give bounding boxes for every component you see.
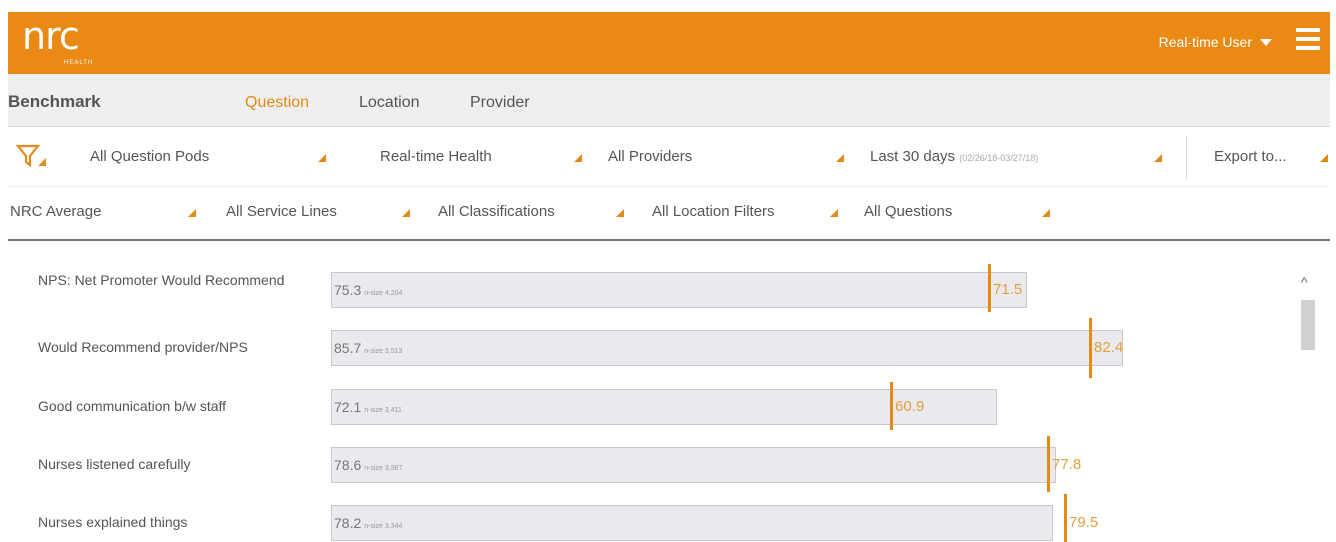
question-label: Nurses listened carefully [38,456,191,472]
classifications-dropdown[interactable]: All Classifications [438,203,624,220]
benchmark-value: 79.5 [1069,514,1099,531]
hamburger-menu-icon[interactable] [1296,28,1320,52]
question-label: Would Recommend provider/NPS [38,339,248,355]
question-label: Good communication b/w staff [38,398,227,414]
benchmark-marker [1064,494,1067,542]
scroll-up-icon[interactable]: ^ [1301,274,1308,290]
benchmark-marker [1047,436,1050,492]
user-menu[interactable]: Real-time User [1159,34,1272,50]
caret-down-icon [836,154,844,162]
questions-dropdown[interactable]: All Questions [864,203,1050,220]
page-title: Benchmark [8,92,101,111]
service-lines-dropdown[interactable]: All Service Lines [226,203,410,220]
benchmark-value: 60.9 [895,398,925,415]
caret-down-icon [188,209,196,217]
caret-down-icon [616,209,624,217]
caret-down-icon [1154,154,1162,162]
nrc-logo[interactable]: nrc [22,16,80,56]
caret-down-icon [1320,154,1328,162]
filter-icon[interactable] [16,144,48,168]
benchmark-value: 71.5 [993,281,1023,298]
score-bar[interactable]: 75.3 n-size 4,204 [331,272,1027,308]
top-header: nrc HEALTH Real-time User [8,12,1330,74]
score-value: 85.7 n-size 3,513 [334,340,403,356]
caret-down-icon [830,209,838,217]
date-range-text: (02/26/18-03/27/18) [959,153,1039,163]
nav-bar: Benchmark Question Location Provider [8,74,1330,127]
user-name: Real-time User [1158,34,1252,50]
score-bar[interactable]: 78.2 n-size 3,344 [331,505,1053,541]
providers-dropdown[interactable]: All Providers [608,148,844,165]
benchmark-marker [890,382,893,430]
date-range-dropdown[interactable]: Last 30 days (02/26/18-03/27/18) [870,148,1162,165]
score-value: 72.1 n-size 3,411 [334,399,402,415]
average-dropdown[interactable]: NRC Average [10,203,196,220]
score-bar[interactable]: 85.7 n-size 3,513 [331,330,1123,366]
caret-down-icon [574,154,582,162]
location-filters-dropdown[interactable]: All Location Filters [652,203,838,220]
caret-down-icon [402,209,410,217]
caret-down-icon [1260,38,1272,46]
tab-location[interactable]: Location [359,94,420,112]
score-value: 75.3 n-size 4,204 [334,282,403,298]
benchmark-marker [988,264,991,312]
score-value: 78.2 n-size 3,344 [334,515,403,531]
logo-subtext: HEALTH [64,60,94,66]
benchmark-value: 82.4 [1094,339,1124,356]
export-dropdown[interactable]: Export to... [1214,148,1328,165]
question-label: NPS: Net Promoter Would Recommend [38,272,285,288]
scrollbar-thumb[interactable] [1301,300,1315,350]
date-label: Last 30 days [870,148,956,165]
filter-bar-secondary: NRC Average All Service Lines All Classi… [8,186,1330,241]
question-pods-dropdown[interactable]: All Question Pods [90,148,326,165]
question-label: Nurses explained things [38,514,188,530]
benchmark-value: 77.8 [1052,456,1082,473]
tab-provider[interactable]: Provider [470,94,530,112]
filter-bar-primary: All Question Pods Real-time Health All P… [8,128,1330,186]
score-bar[interactable]: 78.6 n-size 3,367 [331,447,1056,483]
caret-down-icon [1042,209,1050,217]
benchmark-marker [1089,318,1092,378]
score-value: 78.6 n-size 3,367 [334,457,403,473]
tab-question[interactable]: Question [245,94,309,112]
divider [1186,136,1187,180]
health-dropdown[interactable]: Real-time Health [380,148,582,165]
caret-down-icon [318,154,326,162]
